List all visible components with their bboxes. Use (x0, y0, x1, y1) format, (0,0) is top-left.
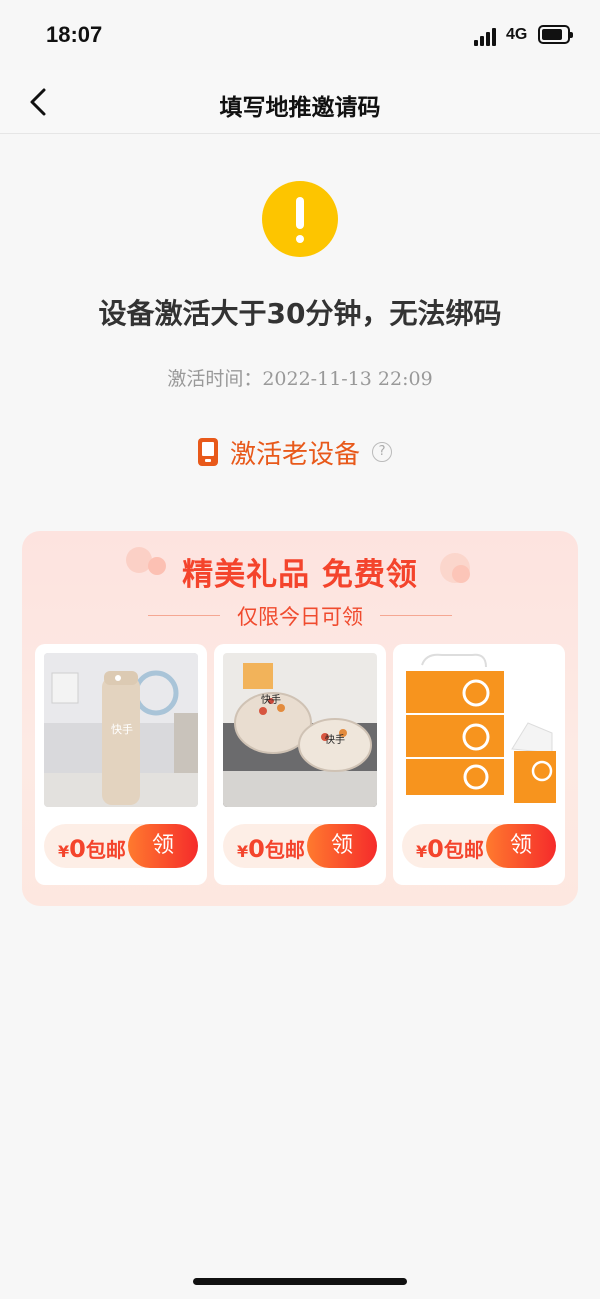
page-title: 填写地推邀请码 (219, 95, 381, 121)
error-headline: 设备激活大于30分钟，无法绑码 (98, 297, 502, 330)
status-bar: 18:07 4G (0, 0, 600, 70)
gift-card[interactable]: 快手 快手 ¥0包邮 领 (214, 644, 386, 885)
divider (380, 615, 452, 616)
warning-icon (262, 181, 338, 257)
bottle-brand: 快手 (111, 722, 133, 736)
claim-button[interactable]: 领 (486, 824, 556, 868)
signal-icon (474, 26, 500, 46)
gift-card[interactable]: 快手 ¥0包邮 领 (35, 644, 207, 885)
activation-label: 激活时间： (167, 368, 263, 390)
gift-title: 精美礼品 免费领 (182, 557, 418, 593)
status-time: 18:07 (46, 22, 103, 47)
price-pill: ¥0包邮 领 (223, 824, 377, 868)
network-type: 4G (506, 26, 528, 43)
bowl-brand: 快手 (325, 733, 345, 746)
battery-icon (538, 25, 573, 44)
price-label: ¥0包邮 (58, 835, 126, 863)
product-image-glass-bowls: 快手 快手 (223, 653, 377, 807)
activation-time: 激活时间：2022-11-13 22:09 (0, 364, 600, 391)
gift-subtitle: 仅限今日可领 (237, 605, 363, 629)
nav-bar: 填写地推邀请码 (0, 70, 600, 134)
product-image-tissue-boxes (402, 653, 556, 807)
price-label: ¥0包邮 (237, 835, 305, 863)
help-icon[interactable]: ? (372, 442, 393, 462)
gift-panel: 精美礼品 免费领 仅限今日可领 快手 ¥0包邮 领 快手 快手 ¥0包邮 领 ¥… (22, 531, 578, 906)
phone-icon (198, 438, 218, 466)
claim-button[interactable]: 领 (307, 824, 377, 868)
activate-old-device-link[interactable]: 激活老设备 ? (198, 432, 393, 472)
price-label: ¥0包邮 (416, 835, 484, 863)
bowl-brand: 快手 (261, 693, 281, 706)
old-device-label: 激活老设备 (230, 439, 361, 470)
home-indicator[interactable] (193, 1278, 407, 1285)
product-image-bottle: 快手 (44, 653, 198, 807)
price-pill: ¥0包邮 领 (402, 824, 556, 868)
price-pill: ¥0包邮 领 (44, 824, 198, 868)
claim-button[interactable]: 领 (128, 824, 198, 868)
activation-value: 2022-11-13 22:09 (262, 368, 433, 390)
gift-card[interactable]: ¥0包邮 领 (393, 644, 565, 885)
